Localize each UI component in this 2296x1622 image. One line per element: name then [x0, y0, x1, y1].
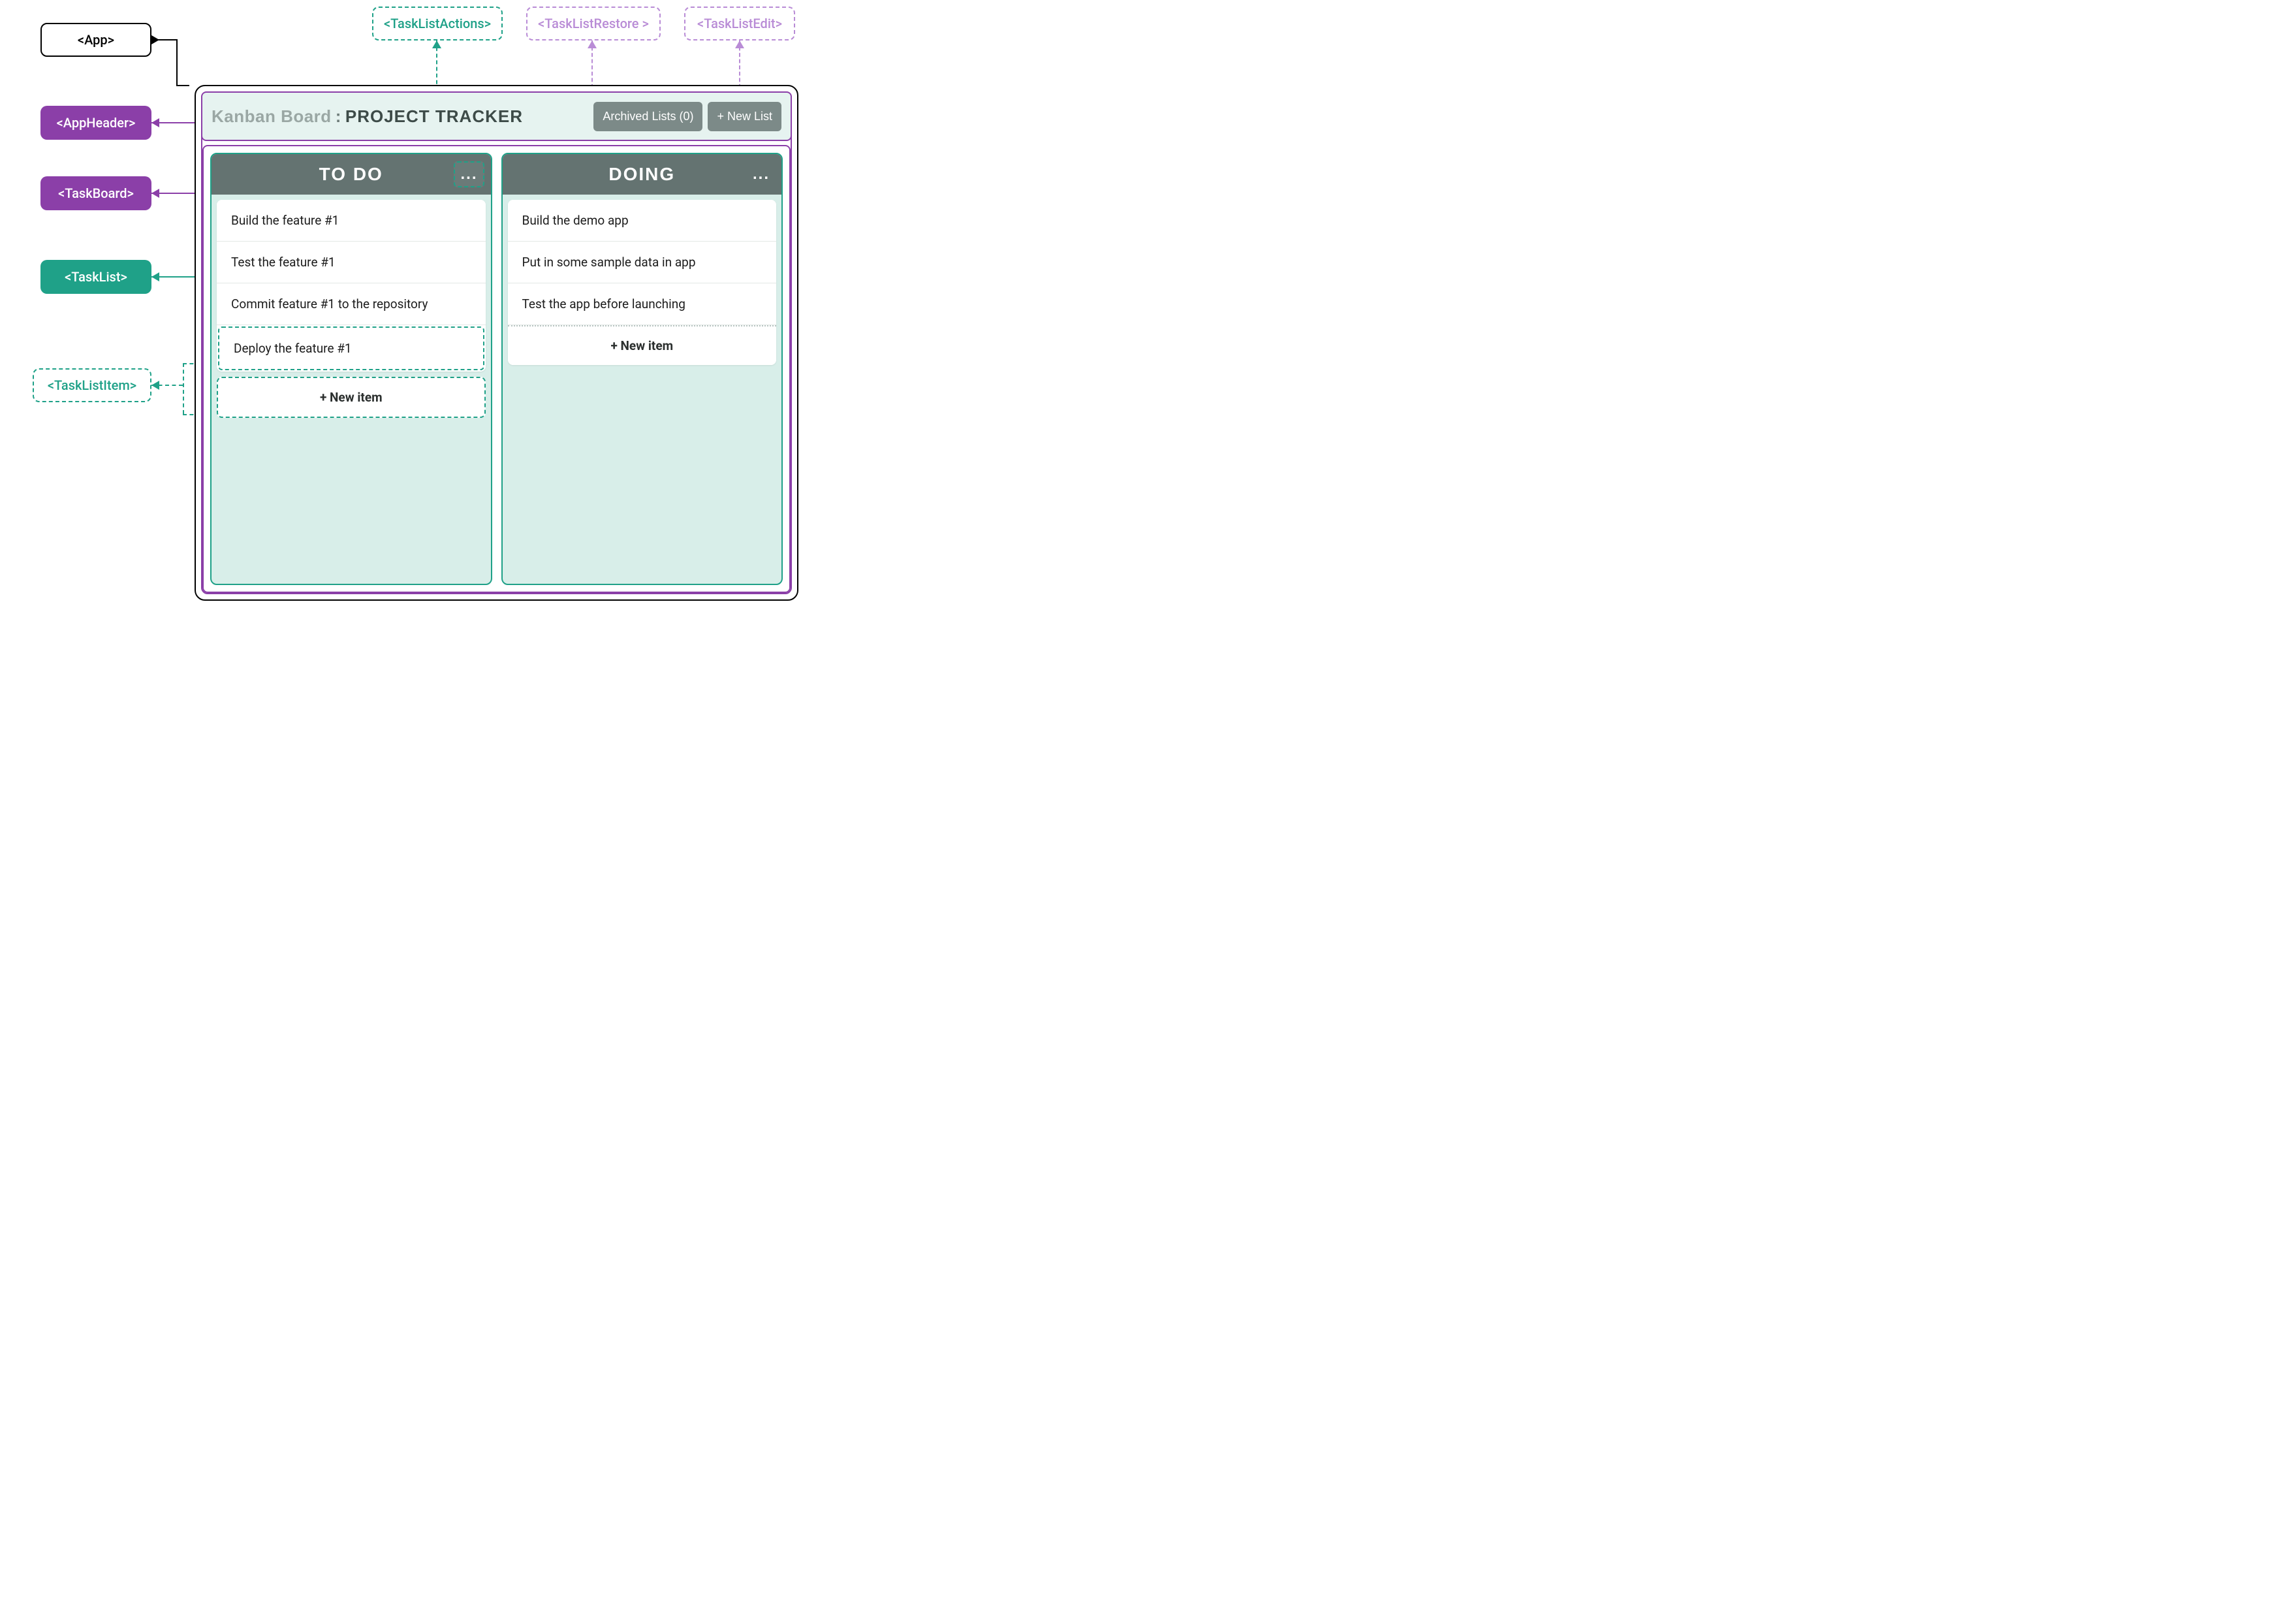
label-tasklist: <TaskList> — [40, 260, 151, 294]
task-card[interactable]: Test the app before launching — [508, 283, 777, 325]
task-board: TO DO ... Build the feature #1 Test the … — [202, 145, 791, 593]
new-list-button[interactable]: + New List — [708, 102, 781, 131]
label-appheader: <AppHeader> — [40, 106, 151, 140]
list-body: Build the feature #1 Test the feature #1… — [212, 195, 491, 423]
app-header: Kanban Board : PROJECT TRACKER Archived … — [201, 91, 792, 141]
new-item-button[interactable]: + New item — [508, 325, 777, 365]
task-card[interactable]: Test the feature #1 — [217, 242, 486, 283]
list-menu-button[interactable]: ... — [747, 163, 775, 186]
list-body: Build the demo app Put in some sample da… — [503, 195, 782, 370]
list-header: DOING ... — [503, 154, 782, 195]
label-tasklistrestore: <TaskListRestore > — [526, 7, 661, 40]
list-header: TO DO ... — [212, 154, 491, 195]
list-title: TO DO — [319, 164, 383, 185]
label-tasklistitem: <TaskListItem> — [33, 368, 151, 402]
label-tasklistedit: <TaskListEdit> — [684, 7, 795, 40]
task-list-doing: DOING ... Build the demo app Put in some… — [501, 153, 783, 585]
page-title: Kanban Board : PROJECT TRACKER — [212, 106, 588, 127]
task-card[interactable]: Commit feature #1 to the repository — [217, 283, 486, 325]
label-taskboard: <TaskBoard> — [40, 176, 151, 210]
app-frame: Kanban Board : PROJECT TRACKER Archived … — [195, 85, 798, 601]
title-lead: Kanban Board — [212, 106, 332, 127]
new-item-button[interactable]: + New item — [217, 377, 486, 418]
list-menu-button[interactable]: ... — [454, 161, 484, 187]
task-card[interactable]: Deploy the feature #1 — [218, 326, 484, 370]
list-title: DOING — [608, 164, 675, 185]
label-app: <App> — [40, 23, 151, 57]
task-card[interactable]: Build the feature #1 — [217, 200, 486, 242]
task-list-todo: TO DO ... Build the feature #1 Test the … — [210, 153, 492, 585]
title-project: PROJECT TRACKER — [345, 106, 523, 127]
title-sep: : — [336, 106, 341, 127]
label-tasklistactions: <TaskListActions> — [372, 7, 503, 40]
task-card[interactable]: Build the demo app — [508, 200, 777, 242]
archived-lists-button[interactable]: Archived Lists (0) — [593, 102, 702, 131]
task-card[interactable]: Put in some sample data in app — [508, 242, 777, 283]
